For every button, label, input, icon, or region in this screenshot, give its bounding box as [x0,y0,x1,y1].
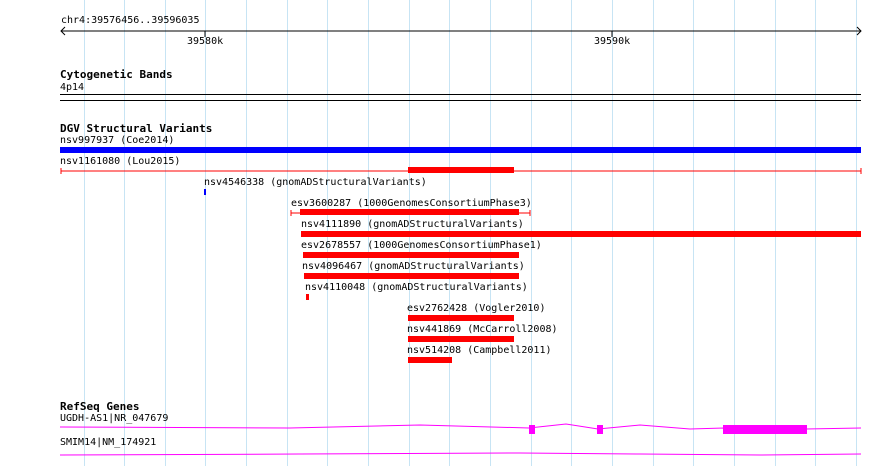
position-label: chr4:39576456..39596035 [61,15,200,26]
variant-label[interactable]: nsv997937 (Coe2014) [60,135,174,147]
band-outline-top [60,94,861,95]
gene-label[interactable]: SMIM14|NM_174921 [60,437,156,449]
variant-label[interactable]: nsv1161080 (Lou2015) [60,156,180,168]
band-outline-bottom [60,100,861,101]
gene-model[interactable] [0,448,890,462]
variant-label[interactable]: nsv441869 (McCarroll2008) [407,324,558,336]
variant-bar[interactable] [303,252,519,258]
variant-bar[interactable] [204,189,206,195]
variant-bar[interactable] [304,273,519,279]
grid-line [246,0,247,466]
variant-bar[interactable] [408,336,514,342]
variant-label[interactable]: nsv4111890 (gnomADStructuralVariants) [301,219,524,231]
variant-bar[interactable] [408,357,452,363]
variant-bar[interactable] [408,315,514,321]
variant-label[interactable]: nsv514208 (Campbell2011) [407,345,552,357]
variant-label[interactable]: nsv4546338 (gnomADStructuralVariants) [204,177,427,189]
variant-label[interactable]: esv2678557 (1000GenomesConsortiumPhase1) [301,240,542,252]
variant-bar[interactable] [60,147,861,153]
grid-line [287,0,288,466]
variant-label[interactable]: nsv4110048 (gnomADStructuralVariants) [305,282,528,294]
band-label: 4p14 [60,82,85,93]
variant-bar[interactable] [301,231,861,237]
gene-label[interactable]: UGDH-AS1|NR_047679 [60,413,168,425]
tick-label: 39580k [187,36,224,47]
track-title: RefSeq Genes [60,400,140,413]
variant-label[interactable]: esv3600287 (1000GenomesConsortiumPhase3) [291,198,532,210]
grid-line [205,0,206,466]
variant-label[interactable]: nsv4096467 (gnomADStructuralVariants) [302,261,525,273]
track-title: Cytogenetic Bands [60,68,173,81]
track-title: DGV Structural Variants [60,122,213,135]
tick-label: 39590k [594,36,631,47]
variant-bar[interactable] [306,294,309,300]
variant-label[interactable]: esv2762428 (Vogler2010) [407,303,545,315]
